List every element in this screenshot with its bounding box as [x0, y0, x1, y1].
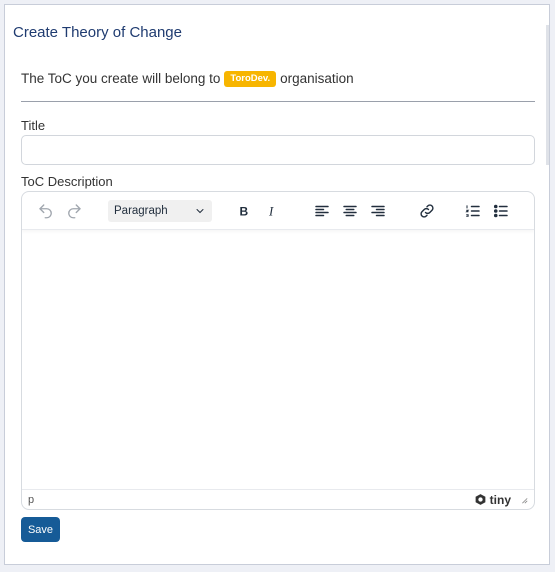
scrollbar[interactable]	[546, 25, 549, 165]
organisation-notice: The ToC you create will belong to ToroDe…	[21, 71, 354, 87]
block-format-value: Paragraph	[114, 205, 168, 217]
align-center-icon[interactable]	[338, 199, 362, 223]
organisation-badge: ToroDev.	[224, 71, 277, 87]
undo-icon[interactable]	[34, 199, 58, 223]
belong-suffix: organisation	[280, 71, 354, 87]
rich-text-editor: Paragraph B I p tiny	[21, 191, 535, 510]
element-path[interactable]: p	[28, 494, 34, 506]
block-format-select[interactable]: Paragraph	[108, 200, 212, 222]
align-right-icon[interactable]	[366, 199, 390, 223]
resize-handle-icon[interactable]	[520, 496, 528, 504]
editor-statusbar: p tiny	[22, 489, 534, 509]
svg-text:I: I	[268, 205, 274, 219]
redo-icon[interactable]	[62, 199, 86, 223]
save-button[interactable]: Save	[21, 517, 60, 542]
bold-icon[interactable]: B	[232, 199, 256, 223]
chevron-down-icon	[196, 209, 204, 214]
tiny-brand[interactable]: tiny	[474, 493, 528, 507]
align-left-icon[interactable]	[310, 199, 334, 223]
title-label: Title	[21, 118, 46, 133]
brand-label: tiny	[489, 492, 511, 507]
editor-content-area[interactable]	[22, 232, 534, 490]
ordered-list-icon[interactable]	[461, 199, 485, 223]
divider	[21, 101, 535, 102]
belong-prefix: The ToC you create will belong to	[21, 71, 221, 87]
create-toc-card: Create Theory of Change The ToC you crea…	[4, 4, 550, 565]
title-input[interactable]	[21, 135, 535, 165]
description-label: ToC Description	[21, 174, 113, 189]
editor-toolbar: Paragraph B I	[22, 192, 534, 230]
tiny-logo-icon	[475, 494, 486, 505]
page-title: Create Theory of Change	[13, 24, 182, 41]
bullet-list-icon[interactable]	[489, 199, 513, 223]
link-icon[interactable]	[415, 199, 439, 223]
italic-icon[interactable]: I	[260, 199, 284, 223]
svg-text:B: B	[240, 205, 249, 219]
